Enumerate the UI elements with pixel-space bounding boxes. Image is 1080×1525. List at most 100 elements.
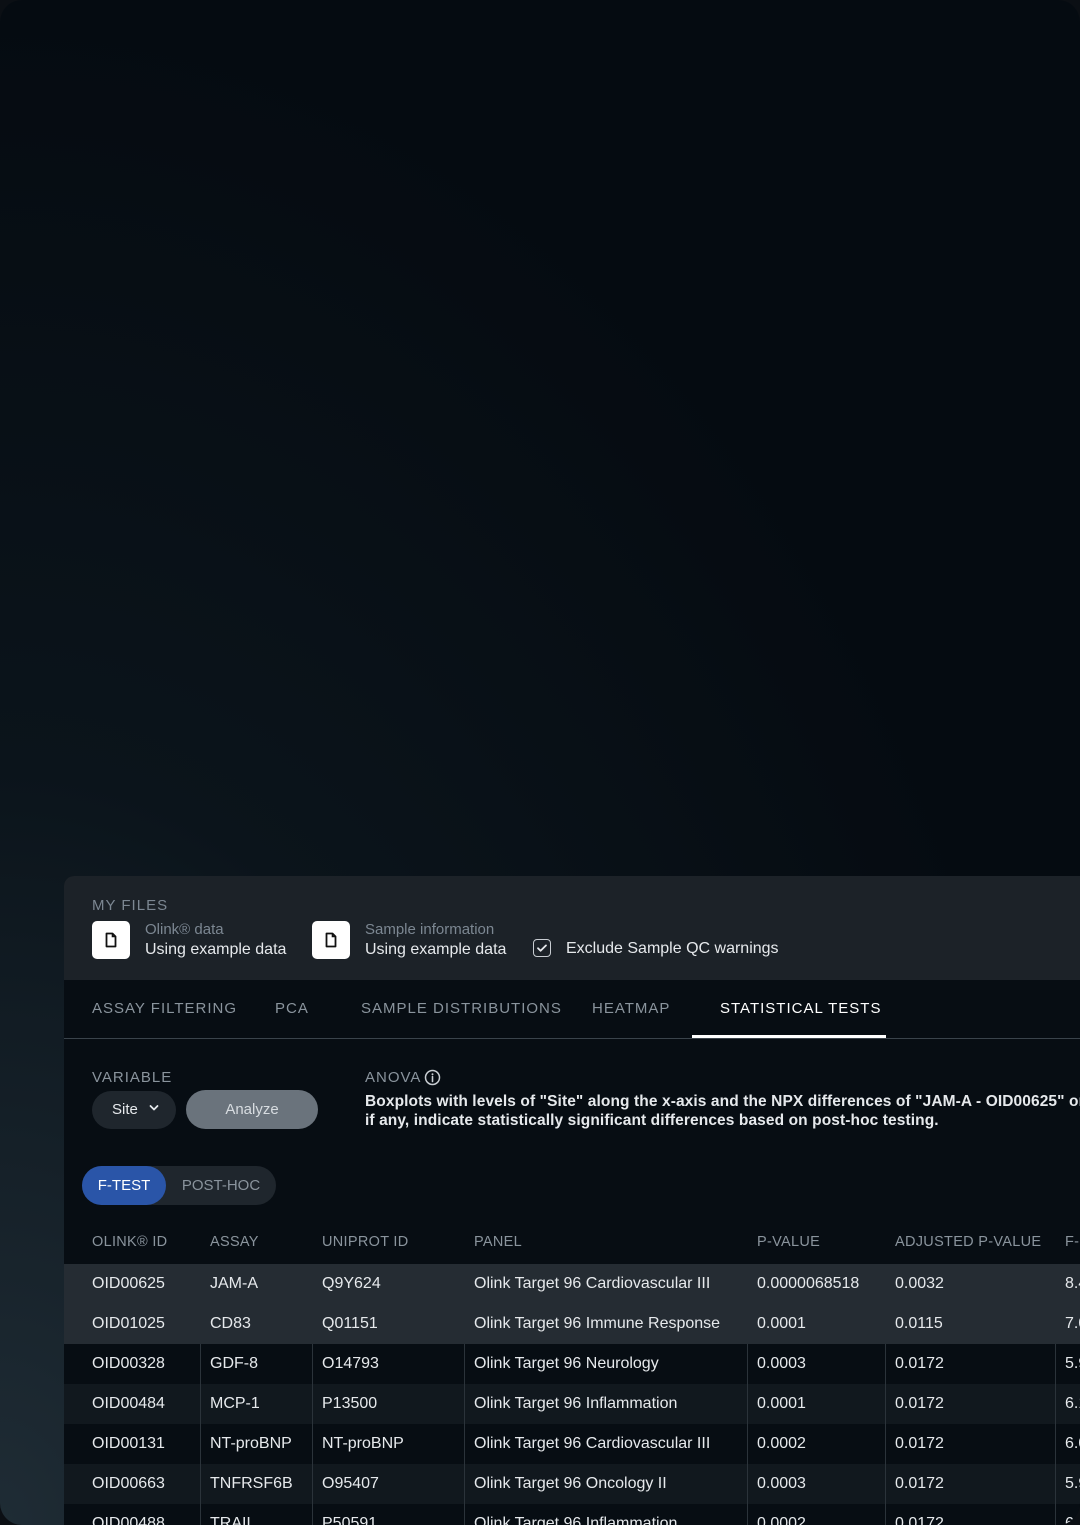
cell-panel: Olink Target 96 Oncology II bbox=[474, 1475, 667, 1492]
cell-f-statistic: 8.4 bbox=[1065, 1275, 1080, 1292]
column-divider bbox=[200, 1464, 201, 1504]
my-files-bar: MY FILES Olink® data Using example data bbox=[64, 876, 1080, 980]
column-divider bbox=[464, 1344, 465, 1384]
tab-sample-distributions[interactable]: SAMPLE DISTRIBUTIONS bbox=[361, 980, 562, 1038]
column-divider bbox=[885, 1344, 886, 1384]
column-divider bbox=[885, 1424, 886, 1464]
cell-panel: Olink Target 96 Cardiovascular III bbox=[474, 1275, 711, 1292]
cell-uniprot-id: P13500 bbox=[322, 1395, 378, 1412]
anova-description-line-1: Boxplots with levels of "Site" along the… bbox=[365, 1093, 1080, 1110]
column-header-p-value[interactable]: P-VALUE bbox=[757, 1234, 820, 1250]
cell-assay: MCP-1 bbox=[210, 1395, 260, 1412]
table-row[interactable]: OID00131 NT-proBNP NT-proBNP Olink Targe… bbox=[64, 1424, 1080, 1464]
cell-panel: Olink Target 96 Immune Response bbox=[474, 1315, 721, 1332]
app-background: MY FILES Olink® data Using example data bbox=[0, 0, 1080, 1525]
column-header-adjusted-p-value[interactable]: ADJUSTED P-VALUE bbox=[895, 1234, 1041, 1250]
tab-statistical-tests[interactable]: STATISTICAL TESTS bbox=[720, 980, 881, 1038]
table-row[interactable]: OID01025 CD83 Q01151 Olink Target 96 Imm… bbox=[64, 1304, 1080, 1344]
sample-information-label: Sample information bbox=[365, 921, 495, 938]
column-divider bbox=[200, 1504, 201, 1525]
cell-uniprot-id: Q9Y624 bbox=[322, 1275, 381, 1292]
column-header-f-statistic[interactable]: F- bbox=[1065, 1234, 1079, 1250]
f-test-button[interactable]: F-TEST bbox=[82, 1166, 166, 1205]
my-files-title: MY FILES bbox=[92, 897, 169, 914]
variable-select[interactable]: Site bbox=[92, 1091, 176, 1129]
cell-adjusted-p-value: 0.0172 bbox=[895, 1475, 944, 1492]
column-divider bbox=[1055, 1504, 1056, 1525]
table-row[interactable]: OID00663 TNFRSF6B O95407 Olink Target 96… bbox=[64, 1464, 1080, 1504]
cell-panel: Olink Target 96 Inflammation bbox=[474, 1395, 678, 1412]
cell-assay: NT-proBNP bbox=[210, 1435, 292, 1452]
cell-olink-id: OID00663 bbox=[92, 1475, 165, 1492]
tab-heatmap[interactable]: HEATMAP bbox=[592, 980, 670, 1038]
column-header-uniprot-id[interactable]: UNIPROT ID bbox=[322, 1234, 409, 1250]
cell-uniprot-id: NT-proBNP bbox=[322, 1435, 404, 1452]
cell-p-value: 0.0000068518 bbox=[757, 1275, 860, 1292]
column-divider bbox=[464, 1424, 465, 1464]
column-divider bbox=[885, 1384, 886, 1424]
anova-label: ANOVA bbox=[365, 1069, 422, 1086]
column-divider bbox=[312, 1504, 313, 1525]
cell-assay: TNFRSF6B bbox=[210, 1475, 293, 1492]
column-divider bbox=[885, 1504, 886, 1525]
cell-adjusted-p-value: 0.0172 bbox=[895, 1515, 944, 1525]
document-icon bbox=[312, 921, 350, 959]
table-row[interactable]: OID00328 GDF-8 O14793 Olink Target 96 Ne… bbox=[64, 1344, 1080, 1384]
cell-p-value: 0.0003 bbox=[757, 1475, 806, 1492]
cell-olink-id: OID00484 bbox=[92, 1395, 165, 1412]
cell-adjusted-p-value: 0.0172 bbox=[895, 1395, 944, 1412]
cell-f-statistic: 5.9 bbox=[1065, 1355, 1080, 1372]
cell-f-statistic: 6.1 bbox=[1065, 1395, 1080, 1412]
cell-panel: Olink Target 96 Neurology bbox=[474, 1355, 659, 1372]
info-icon[interactable] bbox=[424, 1069, 441, 1091]
column-header-olink-id[interactable]: OLINK® ID bbox=[92, 1234, 167, 1250]
cell-uniprot-id: P50591 bbox=[322, 1515, 378, 1525]
variable-select-value: Site bbox=[112, 1101, 138, 1118]
column-divider bbox=[747, 1384, 748, 1424]
column-divider bbox=[747, 1344, 748, 1384]
olink-data-label: Olink® data bbox=[145, 921, 224, 938]
column-divider bbox=[312, 1344, 313, 1384]
exclude-qc-label: Exclude Sample QC warnings bbox=[566, 940, 779, 957]
cell-olink-id: OID00328 bbox=[92, 1355, 165, 1372]
cell-assay: JAM-A bbox=[210, 1275, 258, 1292]
column-divider bbox=[312, 1424, 313, 1464]
tab-pca[interactable]: PCA bbox=[275, 980, 309, 1038]
cell-p-value: 0.0002 bbox=[757, 1435, 806, 1452]
results-table-header: OLINK® ID ASSAY UNIPROT ID PANEL P-VALUE… bbox=[64, 1220, 1080, 1264]
post-hoc-button[interactable]: POST-HOC bbox=[166, 1166, 276, 1205]
cell-f-statistic: 5.9 bbox=[1065, 1475, 1080, 1492]
table-row[interactable]: OID00484 MCP-1 P13500 Olink Target 96 In… bbox=[64, 1384, 1080, 1424]
cell-olink-id: OID00625 bbox=[92, 1275, 165, 1292]
cell-panel: Olink Target 96 Inflammation bbox=[474, 1515, 678, 1525]
column-divider bbox=[200, 1424, 201, 1464]
column-divider bbox=[312, 1384, 313, 1424]
cell-p-value: 0.0001 bbox=[757, 1315, 806, 1332]
column-header-panel[interactable]: PANEL bbox=[474, 1234, 522, 1250]
column-divider bbox=[464, 1504, 465, 1525]
tab-assay-filtering[interactable]: ASSAY FILTERING bbox=[92, 980, 237, 1038]
column-divider bbox=[464, 1464, 465, 1504]
column-divider bbox=[885, 1464, 886, 1504]
column-divider bbox=[1055, 1344, 1056, 1384]
chevron-down-icon bbox=[149, 1101, 159, 1119]
cell-panel: Olink Target 96 Cardiovascular III bbox=[474, 1435, 711, 1452]
column-divider bbox=[1055, 1424, 1056, 1464]
column-divider bbox=[200, 1344, 201, 1384]
column-divider bbox=[1055, 1464, 1056, 1504]
document-icon bbox=[92, 921, 130, 959]
column-divider bbox=[747, 1464, 748, 1504]
analyze-button[interactable]: Analyze bbox=[186, 1090, 318, 1129]
analysis-panel: MY FILES Olink® data Using example data bbox=[64, 876, 1080, 1525]
cell-p-value: 0.0002 bbox=[757, 1515, 806, 1525]
column-divider bbox=[747, 1424, 748, 1464]
cell-assay: TRAIL bbox=[210, 1515, 256, 1525]
cell-adjusted-p-value: 0.0172 bbox=[895, 1355, 944, 1372]
table-row[interactable]: OID00488 TRAIL P50591 Olink Target 96 In… bbox=[64, 1504, 1080, 1525]
column-divider bbox=[312, 1464, 313, 1504]
table-row[interactable]: OID00625 JAM-A Q9Y624 Olink Target 96 Ca… bbox=[64, 1264, 1080, 1304]
column-header-assay[interactable]: ASSAY bbox=[210, 1234, 259, 1250]
cell-f-statistic: 7.0 bbox=[1065, 1315, 1080, 1332]
test-type-toggle: F-TEST POST-HOC bbox=[82, 1166, 276, 1205]
checkbox-box[interactable] bbox=[533, 939, 551, 957]
